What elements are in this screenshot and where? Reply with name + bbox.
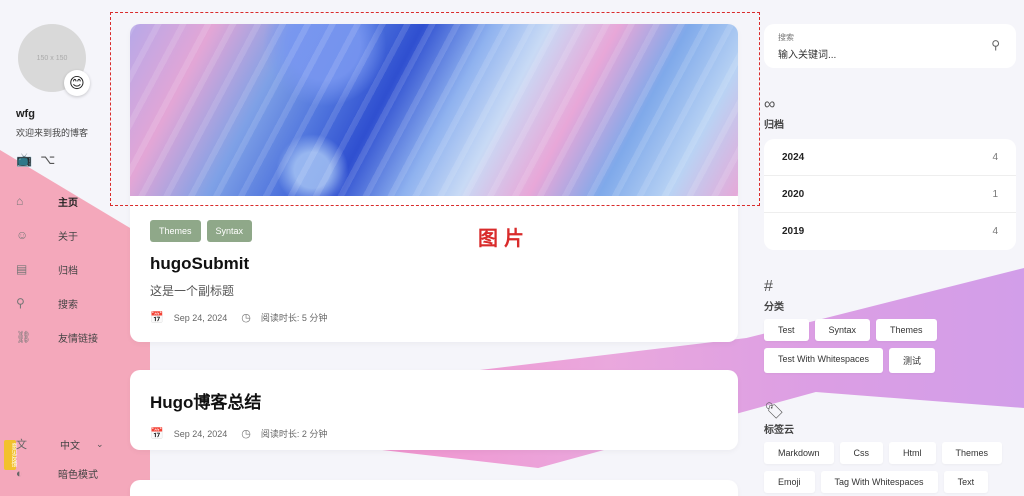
archives-title: 归档 [764, 120, 784, 131]
dark-mode-toggle[interactable]: ◐ 暗色模式 [16, 466, 98, 482]
archive-count: 1 [992, 188, 998, 200]
tag-chip[interactable]: Themes [941, 442, 1003, 464]
search-icon[interactable]: ⚲ [991, 38, 1000, 52]
chevron-down-icon: ⌄ [96, 438, 104, 449]
category-chip[interactable]: Syntax [814, 319, 871, 341]
search-icon: ⚲ [16, 296, 25, 310]
tag-syntax[interactable]: Syntax [206, 220, 253, 242]
bilibili-icon[interactable]: 📺 [16, 152, 32, 168]
post-date: Sep 24, 2024 [173, 428, 228, 439]
language-icon: 文 [16, 439, 27, 451]
archive-year-2019[interactable]: 2019 4 [764, 213, 1016, 250]
post-card[interactable] [130, 480, 738, 496]
post-title[interactable]: hugoSubmit [150, 254, 738, 274]
categories-header: # 分类 [764, 278, 1016, 313]
archive-count: 4 [992, 151, 998, 163]
reading-time: 阅读时长: 5 分钟 [260, 313, 328, 323]
smile-emoji-icon: 😊 [64, 70, 90, 96]
image-annotation-box [110, 12, 760, 206]
image-annotation-label: 图片 [478, 226, 530, 250]
archive-count: 4 [992, 226, 998, 237]
post-title[interactable]: Hugo博客总结 [150, 388, 718, 413]
menu-item-label: 主页 [58, 197, 78, 209]
categories-list: Test Syntax Themes Test With Whitespaces… [764, 319, 1016, 373]
github-icon[interactable]: ⌥ [40, 152, 55, 168]
social-links: 📺 ⌥ [16, 152, 55, 168]
site-name[interactable]: wfg [16, 108, 35, 120]
tag-themes[interactable]: Themes [150, 220, 201, 242]
tag-chip[interactable]: Css [839, 442, 884, 464]
categories-title: 分类 [764, 302, 784, 313]
dark-mode-label: 暗色模式 [58, 470, 98, 481]
menu-item-label: 友情链接 [58, 333, 98, 345]
tag-cloud-list: Markdown Css Html Themes Emoji Tag With … [764, 442, 1016, 493]
menu-item-label: 搜索 [58, 299, 78, 311]
main-menu: ⌂ 主页 ☺ 关于 ▤ 归档 ⚲ 搜索 ⛓ 友情链接 [16, 184, 98, 354]
archive-year: 2019 [782, 226, 805, 237]
post-subtitle: 这是一个副标题 [150, 284, 235, 298]
category-chip[interactable]: Test With Whitespaces [764, 348, 884, 373]
search-widget[interactable]: 搜索 输入关键词... ⚲ [764, 24, 1016, 68]
category-chip[interactable]: Themes [876, 319, 937, 341]
site-description: 欢迎来到我的博客 [16, 128, 89, 138]
home-icon: ⌂ [16, 194, 24, 208]
tag-cloud-header: 🏷 标签云 [764, 401, 1016, 436]
avatar-placeholder-text: 150 x 150 [36, 54, 68, 62]
link-icon: ⛓ [16, 330, 32, 344]
archive-icon: ▤ [16, 262, 28, 276]
tag-chip[interactable]: Emoji [764, 471, 815, 493]
hash-icon: # [764, 278, 773, 295]
tag-cloud-title: 标签云 [764, 425, 794, 436]
post-card[interactable]: Hugo博客总结 📅 Sep 24, 2024 ◷ 阅读时长: 2 分钟 [130, 370, 738, 450]
category-chip[interactable]: 测试 [889, 348, 936, 373]
calendar-icon: 📅 [150, 312, 164, 324]
menu-item-search[interactable]: ⚲ 搜索 [16, 286, 98, 320]
calendar-icon: 📅 [150, 428, 164, 440]
menu-item-label: 归档 [58, 265, 78, 277]
post-tags: Themes Syntax [150, 220, 738, 242]
clock-icon: ◷ [241, 312, 251, 324]
tag-chip[interactable]: Markdown [764, 442, 834, 464]
tag-chip[interactable]: Text [943, 471, 989, 493]
search-label: 搜索 [778, 33, 794, 42]
menu-item-links[interactable]: ⛓ 友情链接 [16, 320, 98, 354]
post-meta: 📅 Sep 24, 2024 ◷ 阅读时长: 5 分钟 [150, 311, 738, 324]
archive-year-2020[interactable]: 2020 1 [764, 176, 1016, 213]
user-icon: ☺ [16, 228, 29, 242]
category-chip[interactable]: Test [764, 319, 809, 341]
menu-item-about[interactable]: ☺ 关于 [16, 218, 98, 252]
archive-year: 2020 [782, 188, 805, 200]
tag-chip[interactable]: Tag With Whitespaces [820, 471, 938, 493]
post-meta: 📅 Sep 24, 2024 ◷ 阅读时长: 2 分钟 [150, 427, 718, 440]
menu-item-home[interactable]: ⌂ 主页 [16, 184, 98, 218]
search-input[interactable]: 输入关键词... [778, 46, 1002, 61]
post-date: Sep 24, 2024 [173, 312, 228, 323]
menu-item-label: 关于 [58, 231, 78, 243]
tag-icon: 🏷 [764, 403, 785, 420]
avatar-wrap[interactable]: 150 x 150 😊 [18, 24, 90, 96]
menu-item-archives[interactable]: ▤ 归档 [16, 252, 98, 286]
archive-year: 2024 [782, 151, 805, 163]
archive-year-2024[interactable]: 2024 4 [764, 139, 1016, 176]
archives-list: 2024 4 2020 1 2019 4 [764, 139, 1016, 250]
infinity-icon: ∞ [764, 96, 776, 113]
left-sidebar: 150 x 150 😊 wfg 欢迎来到我的博客 📺 ⌥ ⌂ 主页 ☺ 关于 ▤… [0, 0, 120, 496]
feedback-tab[interactable]: 意见反馈 [4, 440, 16, 470]
language-label: 中文 [60, 440, 80, 452]
tag-chip[interactable]: Html [889, 442, 936, 464]
reading-time: 阅读时长: 2 分钟 [260, 429, 328, 439]
toggle-icon: ◐ [16, 467, 23, 480]
right-sidebar: 搜索 输入关键词... ⚲ ∞ 归档 2024 4 2020 1 2019 4 … [764, 24, 1016, 493]
clock-icon: ◷ [241, 428, 251, 440]
language-selector[interactable]: 文 中文 ⌄ [16, 436, 104, 452]
archives-header: ∞ 归档 [764, 96, 1016, 131]
